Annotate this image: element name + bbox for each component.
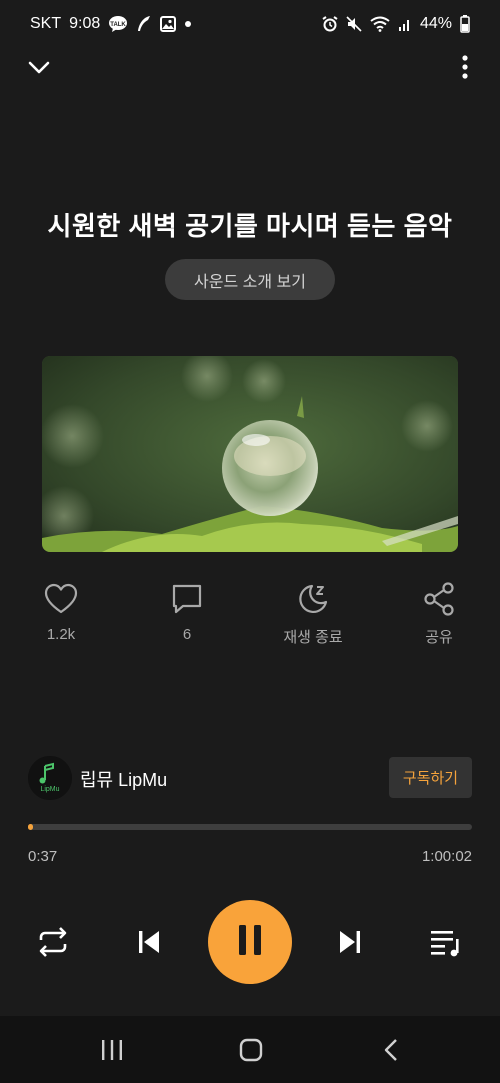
status-left: SKT 9:08 TALK xyxy=(30,15,192,33)
pause-icon xyxy=(236,923,264,962)
channel-name[interactable]: 립뮤 LipMu xyxy=(80,766,167,792)
talk-icon: TALK xyxy=(108,15,128,33)
comment-count: 6 xyxy=(182,626,192,643)
share-label: 공유 xyxy=(425,629,453,646)
comment-icon xyxy=(137,580,237,618)
playlist-icon[interactable] xyxy=(427,924,465,960)
status-right: 44% xyxy=(322,15,470,33)
chevron-down-icon[interactable] xyxy=(24,52,54,82)
recent-apps-icon[interactable] xyxy=(92,1034,132,1066)
repeat-icon[interactable] xyxy=(34,924,72,960)
avatar-text: LipMu xyxy=(40,786,59,793)
alarm-icon xyxy=(322,16,338,32)
total-time: 1:00:02 xyxy=(421,848,472,865)
like-action[interactable]: 1.2k xyxy=(11,580,111,643)
feather-icon xyxy=(136,15,152,33)
signal-icon xyxy=(398,16,412,32)
subscribe-button[interactable]: 구독하기 xyxy=(389,757,472,798)
channel-avatar[interactable]: LipMu xyxy=(28,756,72,800)
status-bar: SKT 9:08 TALK 44% xyxy=(0,0,500,48)
battery-icon xyxy=(460,15,470,33)
sleep-timer-icon xyxy=(263,580,363,618)
sleep-timer-action[interactable]: 재생 종료 xyxy=(263,580,363,647)
share-icon xyxy=(389,580,489,618)
skip-previous-icon[interactable] xyxy=(130,924,168,960)
skip-next-icon[interactable] xyxy=(331,924,369,960)
sleep-timer-label: 재생 종료 xyxy=(283,629,343,646)
comment-action[interactable]: 6 xyxy=(137,580,237,643)
clock: 9:08 xyxy=(69,15,101,32)
back-icon[interactable] xyxy=(371,1034,411,1066)
carrier-label: SKT xyxy=(30,15,62,32)
mute-icon xyxy=(346,16,362,32)
sound-intro-button[interactable]: 사운드 소개 보기 xyxy=(165,259,335,300)
pause-button[interactable] xyxy=(208,900,292,984)
track-title: 시원한 새벽 공기를 마시며 듣는 음악 xyxy=(47,211,453,241)
system-nav-bar xyxy=(0,1016,500,1083)
battery-label: 44% xyxy=(419,15,452,32)
elapsed-time: 0:37 xyxy=(28,848,58,865)
like-count: 1.2k xyxy=(46,626,76,643)
dot-icon xyxy=(184,20,192,28)
music-player-screen: SKT 9:08 TALK 44% 시원한 새벽 공기를 마시며 듣는 음악 사… xyxy=(0,0,500,1083)
gallery-icon xyxy=(160,16,177,32)
svg-text:TALK: TALK xyxy=(110,22,126,28)
progress-fill xyxy=(28,824,33,830)
wifi-icon xyxy=(370,16,390,32)
share-action[interactable]: 공유 xyxy=(389,580,489,647)
heart-icon xyxy=(11,580,111,618)
more-vertical-icon[interactable] xyxy=(456,52,474,82)
track-artwork xyxy=(42,356,458,552)
home-icon[interactable] xyxy=(231,1034,271,1066)
progress-bar[interactable] xyxy=(28,824,472,830)
